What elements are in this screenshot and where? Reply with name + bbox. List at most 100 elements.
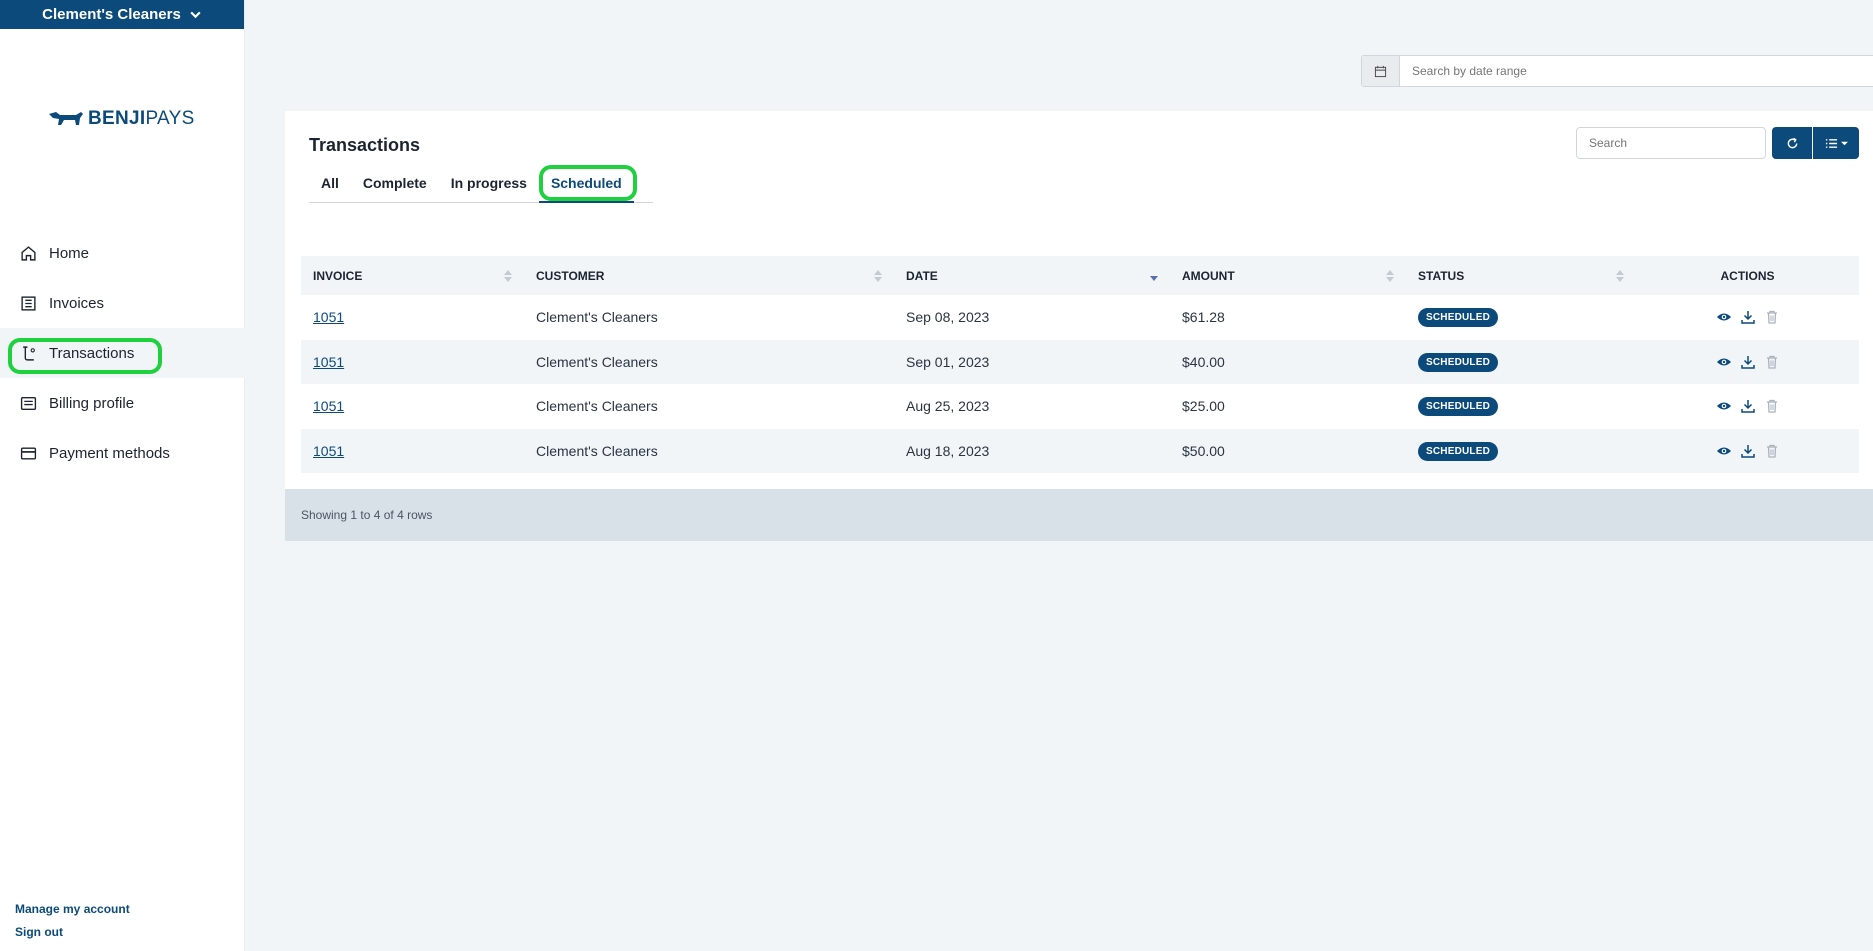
delete-icon[interactable] — [1764, 354, 1780, 370]
invoice-link[interactable]: 1051 — [313, 443, 344, 459]
sign-out-link[interactable]: Sign out — [15, 925, 130, 939]
download-icon[interactable] — [1740, 309, 1756, 325]
row-actions — [1636, 443, 1859, 459]
cell-customer: Clement's Cleaners — [524, 339, 894, 384]
status-badge: SCHEDULED — [1418, 441, 1499, 461]
sort-desc-icon — [1150, 276, 1158, 281]
calendar-button[interactable] — [1362, 56, 1400, 86]
header-label: STATUS — [1418, 268, 1465, 283]
cell-invoice: 1051 — [301, 384, 524, 429]
transactions-table: INVOICE CUSTOMER DATE AMOUNT STATUS ACTI… — [301, 256, 1859, 473]
page-title: Transactions — [309, 135, 421, 155]
header-label: CUSTOMER — [536, 268, 605, 283]
billing-icon — [20, 396, 37, 410]
logo-light-text: PAYS — [145, 108, 195, 129]
sidebar-item-label: Home — [49, 244, 90, 262]
delete-icon[interactable] — [1764, 443, 1780, 459]
sidebar-item-label: Billing profile — [49, 394, 135, 412]
download-icon[interactable] — [1740, 354, 1756, 370]
delete-icon[interactable] — [1764, 309, 1780, 325]
search-input[interactable] — [1576, 127, 1766, 159]
cell-actions — [1636, 339, 1859, 384]
dog-logo-icon — [49, 112, 83, 125]
invoice-link[interactable]: 1051 — [313, 398, 344, 414]
date-range-filter — [1361, 55, 1873, 87]
cell-date: Aug 18, 2023 — [894, 428, 1170, 473]
cell-amount: $25.00 — [1170, 384, 1406, 429]
tab-complete[interactable]: Complete — [351, 171, 439, 203]
view-icon[interactable] — [1716, 309, 1732, 325]
tab-in-progress[interactable]: In progress — [439, 171, 539, 203]
invoice-link[interactable]: 1051 — [313, 354, 344, 370]
card-icon — [20, 446, 37, 460]
cell-status: SCHEDULED — [1406, 428, 1636, 473]
tab-label: Scheduled — [550, 175, 622, 191]
cell-invoice: 1051 — [301, 428, 524, 473]
column-header-customer[interactable]: CUSTOMER — [524, 256, 894, 295]
manage-account-link[interactable]: Manage my account — [15, 902, 130, 916]
cell-customer: Clement's Cleaners — [524, 295, 894, 340]
refresh-button[interactable] — [1772, 127, 1812, 159]
tab-scheduled[interactable]: Scheduled — [538, 165, 637, 203]
sidebar-item-transactions[interactable]: Transactions — [0, 328, 245, 378]
view-icon[interactable] — [1716, 398, 1732, 414]
cell-status: SCHEDULED — [1406, 384, 1636, 429]
sidebar-nav: Home Invoices Transactions Billing profi… — [0, 228, 245, 478]
org-name: Clement's Cleaners — [42, 6, 181, 23]
cell-amount: $50.00 — [1170, 428, 1406, 473]
date-range-input[interactable] — [1400, 56, 1873, 86]
view-icon[interactable] — [1716, 443, 1732, 459]
transactions-card: Transactions All Complete In progress Sc… — [285, 111, 1873, 541]
cell-amount: $61.28 — [1170, 295, 1406, 340]
column-header-invoice[interactable]: INVOICE — [301, 256, 524, 295]
sidebar: Clement's Cleaners BENJIPAYS Home Invoic… — [0, 0, 245, 951]
table-row: 1051 Clement's Cleaners Aug 18, 2023 $50.00… — [301, 428, 1859, 473]
sort-icon — [1386, 270, 1394, 282]
download-icon[interactable] — [1740, 443, 1756, 459]
cell-customer: Clement's Cleaners — [524, 384, 894, 429]
delete-icon[interactable] — [1764, 398, 1780, 414]
table-row: 1051 Clement's Cleaners Aug 25, 2023 $25.00… — [301, 384, 1859, 429]
column-header-amount[interactable]: AMOUNT — [1170, 256, 1406, 295]
row-actions — [1636, 398, 1859, 414]
sort-icon — [1616, 270, 1624, 282]
invoice-link[interactable]: 1051 — [313, 309, 344, 325]
column-header-status[interactable]: STATUS — [1406, 256, 1636, 295]
sort-icon — [504, 270, 512, 282]
benjipays-logo: BENJIPAYS — [48, 108, 195, 130]
tab-all[interactable]: All — [309, 171, 351, 203]
table-row: 1051 Clement's Cleaners Sep 01, 2023 $40.00… — [301, 339, 1859, 384]
download-icon[interactable] — [1740, 398, 1756, 414]
cell-amount: $40.00 — [1170, 339, 1406, 384]
table-body: 1051 Clement's Cleaners Sep 08, 2023 $61.28… — [301, 295, 1859, 473]
transactions-icon — [23, 345, 35, 361]
calendar-icon — [1374, 65, 1387, 77]
column-header-date[interactable]: DATE — [894, 256, 1170, 295]
table-footer: Showing 1 to 4 of 4 rows — [285, 489, 1873, 541]
logo-bold-text: BENJI — [88, 108, 146, 129]
sidebar-item-payment-methods[interactable]: Payment methods — [0, 428, 245, 478]
cell-date: Aug 25, 2023 — [894, 384, 1170, 429]
header-label: DATE — [906, 268, 938, 283]
sidebar-item-billing-profile[interactable]: Billing profile — [0, 378, 245, 428]
transaction-tabs: All Complete In progress Scheduled — [309, 165, 653, 203]
sidebar-item-invoices[interactable]: Invoices — [0, 278, 245, 328]
cell-invoice: 1051 — [301, 339, 524, 384]
invoice-icon — [21, 295, 36, 311]
refresh-icon — [1787, 137, 1797, 148]
status-badge: SCHEDULED — [1418, 352, 1499, 372]
sidebar-item-label: Transactions — [49, 344, 135, 362]
cell-date: Sep 08, 2023 — [894, 295, 1170, 340]
list-icon — [1825, 138, 1837, 148]
header-label: AMOUNT — [1182, 268, 1235, 283]
org-switcher[interactable]: Clement's Cleaners — [0, 0, 244, 29]
view-icon[interactable] — [1716, 354, 1732, 370]
cell-actions — [1636, 428, 1859, 473]
home-icon — [21, 245, 36, 261]
columns-toggle-button[interactable] — [1813, 127, 1859, 159]
row-actions — [1636, 354, 1859, 370]
sidebar-item-home[interactable]: Home — [0, 228, 245, 278]
status-badge: SCHEDULED — [1418, 397, 1499, 417]
sidebar-item-label: Invoices — [49, 294, 105, 312]
account-links: Manage my account Sign out — [15, 902, 130, 948]
